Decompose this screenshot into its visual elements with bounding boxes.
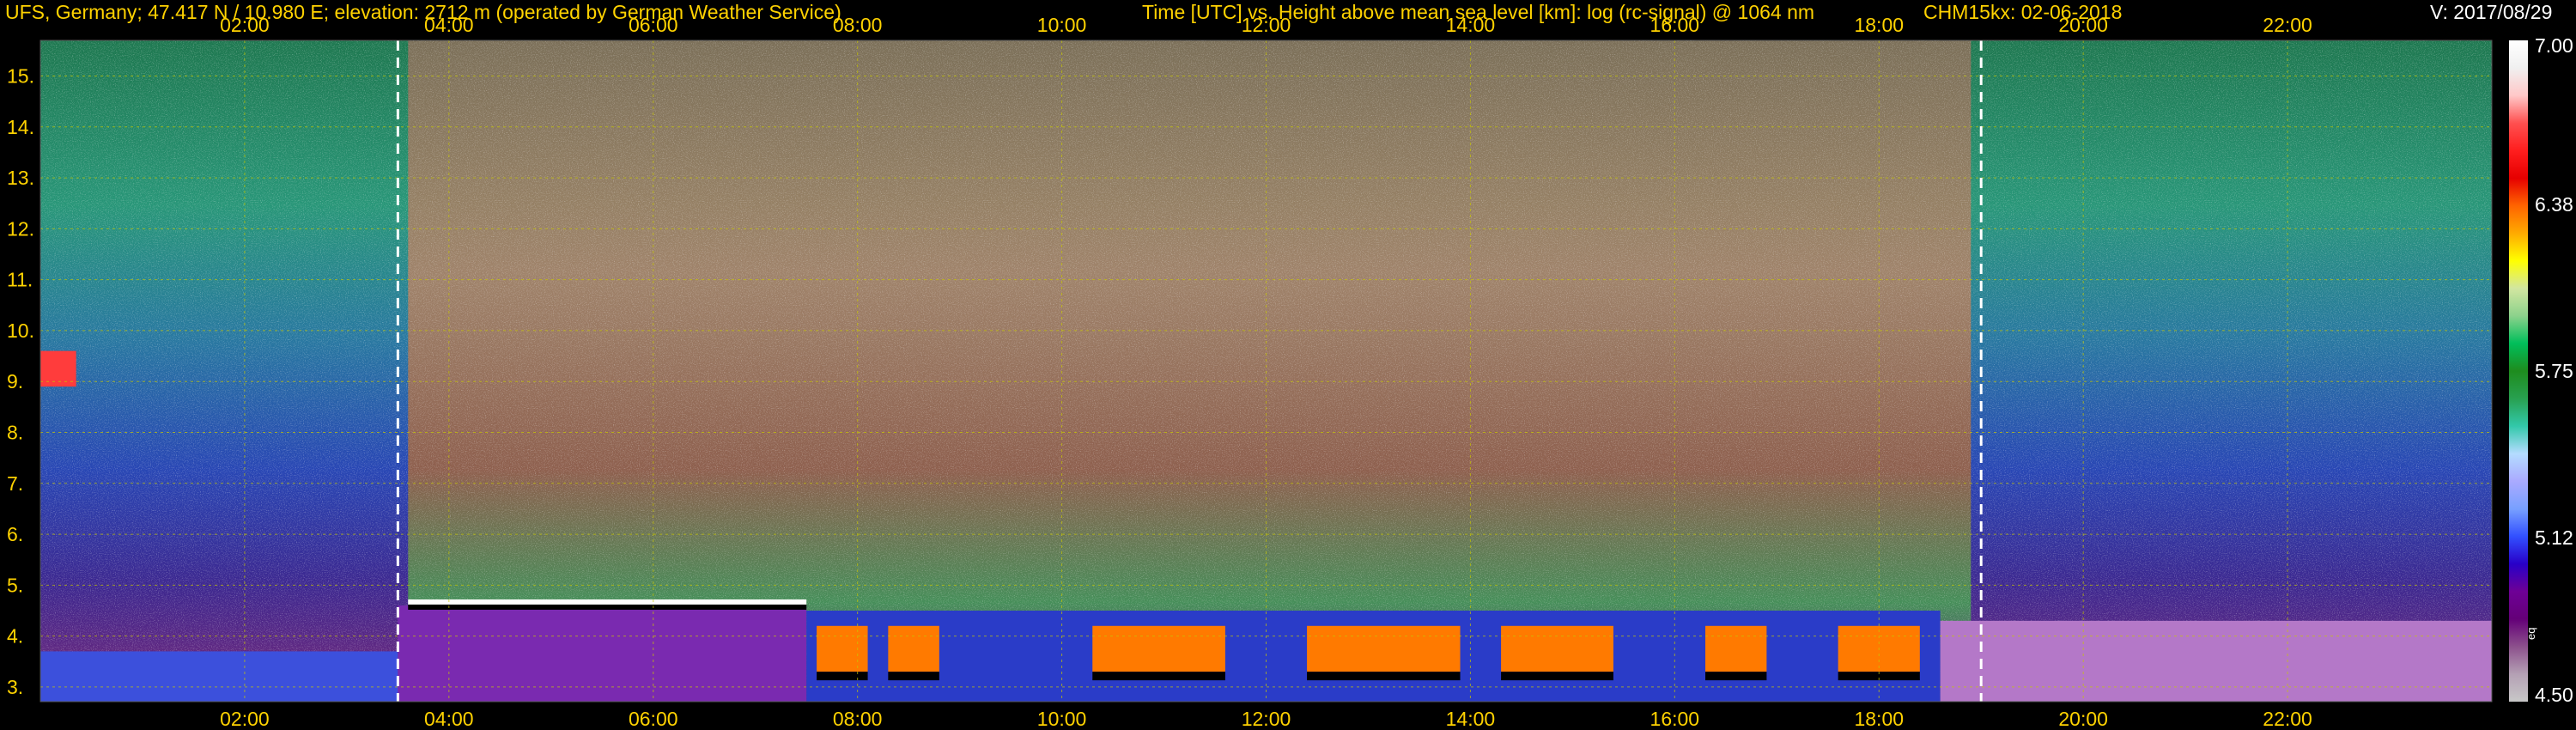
aerosol-layer [1705,625,1767,672]
y-tick-label: 13. [7,167,34,189]
layer-base-edge [1092,672,1225,681]
x-tick-label: 18:00 [1854,14,1904,36]
x-tick-label: 14:00 [1446,14,1496,36]
y-tick-label: 11. [7,269,33,291]
colorbar-scale [2509,40,2528,702]
layer-base-edge [1307,672,1461,681]
x-tick-label: 02:00 [220,14,270,36]
x-tick-label: 08:00 [833,14,883,36]
x-tick-label: 22:00 [2263,14,2312,36]
y-tick-label: 6. [7,523,23,545]
boundary-layer-night [40,651,398,702]
x-tick-label: 02:00 [220,708,270,730]
x-tick-label: 10:00 [1037,708,1087,730]
colorbar-side-label: eq [2524,628,2537,640]
x-tick-label: 10:00 [1037,14,1087,36]
x-tick-label: 04:00 [424,14,474,36]
boundary-layer-evening [1940,620,2492,702]
x-tick-label: 18:00 [1854,708,1904,730]
colorbar-tick-label: 5.75 [2535,360,2573,382]
aerosol-layer [817,625,868,672]
colorbar-tick-label: 5.12 [2535,526,2573,549]
layer-top-line [408,599,807,605]
x-tick-label: 20:00 [2058,14,2108,36]
layer-base-edge [1501,672,1613,681]
x-tick-label: 20:00 [2058,708,2108,730]
x-tick-label: 16:00 [1650,14,1700,36]
x-tick-label: 04:00 [424,708,474,730]
y-tick-label: 7. [7,472,23,495]
lidar-heatmap-chart: 02:00 02:00 04:00 04:00 06:00 06:00 08:00 08:00… [7,14,2573,730]
colorbar-tick-label: 7.00 [2535,34,2573,57]
y-tick-label: 8. [7,421,23,443]
aerosol-layer [1307,625,1461,672]
layer-base-edge [888,672,939,681]
colorbar-tick-label: 4.50 [2535,684,2573,706]
y-tick-label: 12. [7,217,34,240]
y-tick-label: 4. [7,625,23,648]
y-tick-label: 9. [7,370,23,392]
layer-top-edge [408,604,807,610]
x-tick-label: 06:00 [629,14,678,36]
x-tick-label: 22:00 [2263,708,2312,730]
aerosol-layer [888,625,939,672]
x-tick-label: 12:00 [1242,14,1291,36]
aerosol-layer [1092,625,1225,672]
x-tick-label: 06:00 [629,708,678,730]
x-tick-label: 08:00 [833,708,883,730]
aerosol-layer [1501,625,1613,672]
x-tick-label: 14:00 [1446,708,1496,730]
y-tick-label: 15. [7,64,34,87]
colorbar-tick-label: 6.38 [2535,193,2573,216]
x-tick-label: 12:00 [1242,708,1291,730]
y-tick-label: 5. [7,574,23,596]
layer-base-edge [817,672,868,681]
colorbar: 7.00 6.38 5.75 5.12 4.50 eq [2509,34,2573,706]
layer-base-edge [1705,672,1767,681]
x-tick-label: 16:00 [1650,708,1700,730]
y-tick-label: 14. [7,116,34,138]
y-tick-label: 3. [7,676,23,698]
y-tick-label: 10. [7,319,34,342]
